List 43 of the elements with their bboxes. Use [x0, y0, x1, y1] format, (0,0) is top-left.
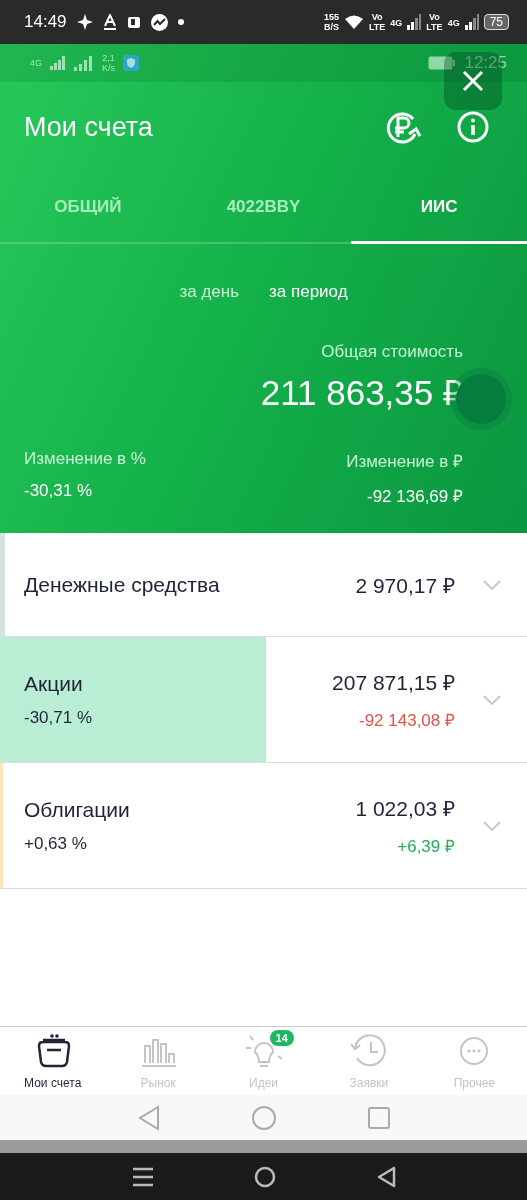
- nav-tab[interactable]: Рынок: [140, 1076, 176, 1090]
- speed-value: 155: [323, 12, 339, 22]
- nav-tab[interactable]: Идеи: [249, 1076, 278, 1090]
- period-toggle[interactable]: за день: [179, 282, 239, 302]
- asset-percent: +0,63 %: [24, 833, 88, 854]
- speed-unit: B/S: [323, 22, 339, 32]
- count-badge: 14: [269, 1030, 294, 1046]
- asset-value: 207 871,15 ₽: [332, 670, 455, 696]
- total-label: Общая стоимость: [321, 342, 463, 362]
- nav-tab[interactable]: Заявки: [349, 1076, 389, 1090]
- account-tab[interactable]: 4022BBY: [175, 172, 352, 244]
- network-type: 4G: [30, 58, 42, 68]
- network-type: 4G: [447, 18, 460, 28]
- clock-time: 14:49: [24, 12, 67, 32]
- change-value: -92 136,69 ₽: [367, 486, 463, 507]
- clock-time: 12:25: [464, 53, 507, 73]
- asset-change: -92 143,08 ₽: [359, 710, 455, 731]
- asset-percent: -30,71 %: [24, 707, 94, 728]
- volte-label: Vo: [371, 12, 383, 22]
- account-tab[interactable]: ИИС: [351, 172, 527, 244]
- volte-label: LTE: [368, 22, 386, 32]
- asset-value: 2 970,17 ₽: [355, 572, 455, 599]
- asset-row[interactable]: Акции -30,71 % 207 871,15 ₽ -92 143,08 ₽: [0, 637, 527, 763]
- asset-row[interactable]: Облигации +0,63 % 1 022,03 ₽ +6,39 ₽: [0, 763, 527, 889]
- nav-tab[interactable]: Прочее: [453, 1076, 495, 1090]
- nav-tab[interactable]: Мои счета: [24, 1076, 82, 1090]
- change-value: -30,31 %: [24, 481, 94, 501]
- volte-label: Vo: [429, 12, 440, 22]
- period-toggle[interactable]: за период: [269, 282, 348, 302]
- asset-change: +6,39 ₽: [397, 836, 455, 857]
- change-label: Изменение в %: [24, 449, 146, 469]
- speed-value: 2,1: [102, 53, 115, 63]
- asset-name: Денежные средства: [24, 572, 221, 597]
- asset-value: 1 022,03 ₽: [355, 796, 455, 822]
- network-type: 4G: [390, 18, 403, 28]
- change-label: Изменение в ₽: [346, 451, 463, 472]
- asset-name: Акции: [24, 671, 84, 696]
- account-tab[interactable]: ОБЩИЙ: [0, 172, 176, 244]
- asset-name: Облигации: [24, 797, 131, 822]
- battery-level: 75: [483, 14, 509, 30]
- volte-label: LTE: [426, 22, 443, 32]
- page-title: Мои счета: [24, 111, 153, 143]
- speed-unit: K/s: [102, 63, 116, 73]
